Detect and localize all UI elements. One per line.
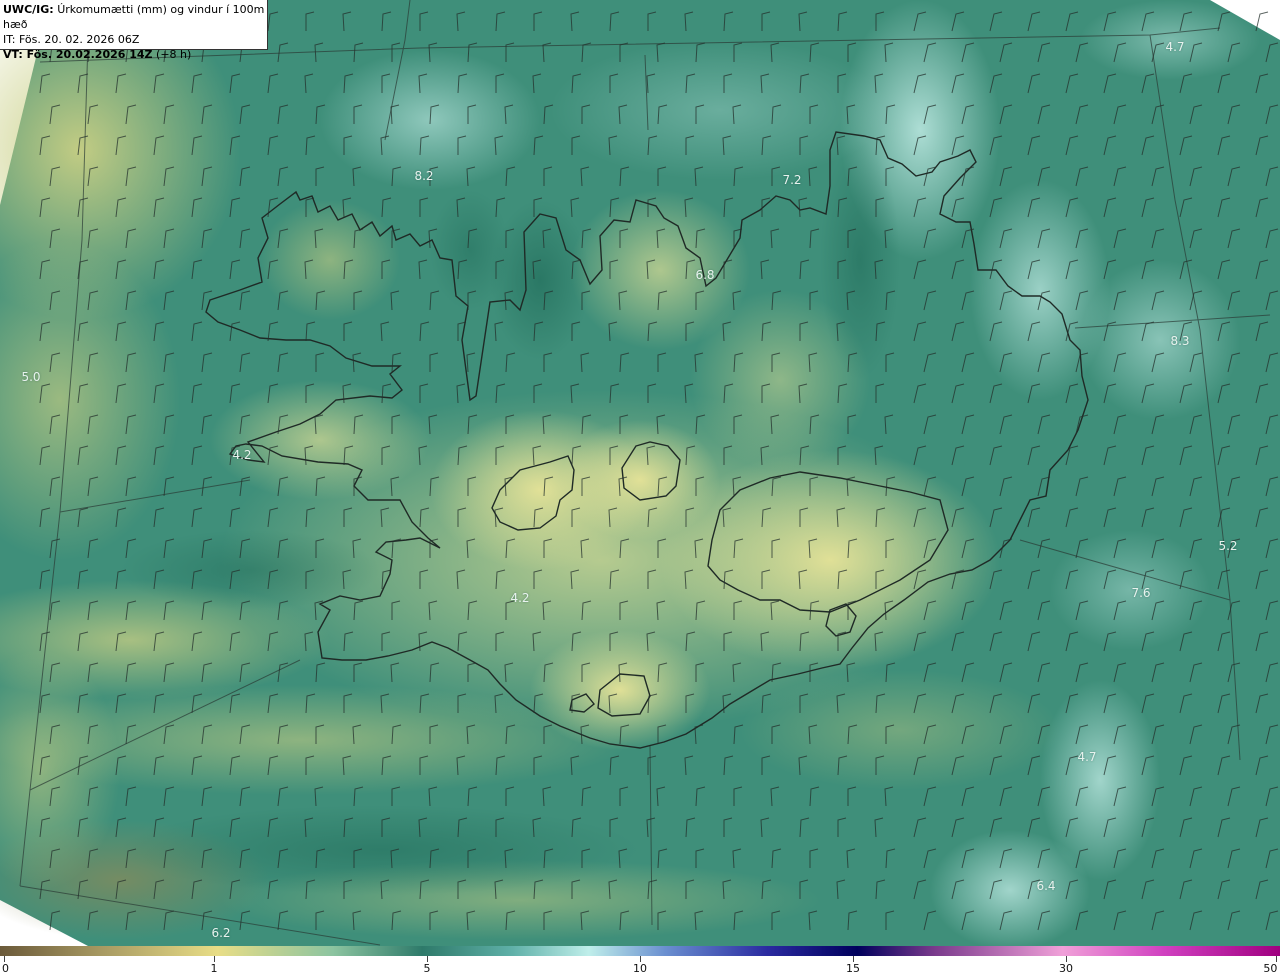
value-label: 5.2 (1218, 539, 1238, 553)
map-title-box: UWC/IG: Úrkomumætti (mm) og vindur í 100… (0, 0, 268, 61)
valid-offset: (+8 h) (156, 48, 192, 61)
value-label: 8.2 (414, 169, 434, 183)
value-label: 7.6 (1131, 586, 1151, 600)
value-label: 6.8 (695, 268, 715, 282)
value-label: 4.7 (1077, 750, 1097, 764)
model-label: UWC/IG: (3, 3, 54, 16)
precipitation-wind-map (0, 0, 1280, 946)
value-label: 6.4 (1036, 879, 1056, 893)
colorbar-tick-label: 0 (2, 962, 9, 975)
colorbar-tick-label: 15 (846, 962, 860, 975)
init-time: IT: Fös. 20. 02. 2026 06Z (3, 33, 140, 46)
value-label: 6.2 (211, 926, 231, 940)
value-label: 7.2 (782, 173, 802, 187)
precipitation-colorbar (0, 946, 1280, 956)
value-label: 4.2 (232, 448, 252, 462)
value-label: 4.2 (510, 591, 530, 605)
valid-time: VT: Fös. 20.02.2026 14Z (3, 48, 153, 61)
colorbar-tick-label: 5 (423, 962, 431, 975)
value-label: 8.3 (1170, 334, 1190, 348)
value-label: 5.0 (21, 370, 41, 384)
title-line: UWC/IG: Úrkomumætti (mm) og vindur í 100… (3, 2, 267, 32)
colorbar-tick-label: 50 (1263, 962, 1278, 975)
value-label: 4.7 (1165, 40, 1185, 54)
valid-time-line: VT: Fös. 20.02.2026 14Z (+8 h) (3, 47, 267, 62)
colorbar-tick-label: 10 (633, 962, 647, 975)
colorbar-tick-label: 1 (210, 962, 218, 975)
colorbar-tick-label: 30 (1059, 962, 1073, 975)
